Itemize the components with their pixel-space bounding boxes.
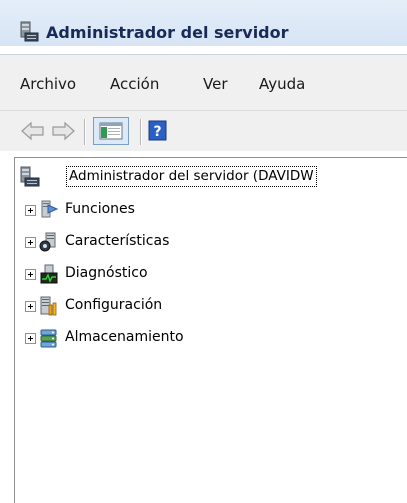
tree-root[interactable]: Administrador del servidor (DAVIDW [19, 166, 407, 187]
menu-archivo[interactable]: Archivo [20, 75, 76, 93]
tree-node-label[interactable]: Almacenamiento [65, 329, 184, 345]
tree-node-label[interactable]: Diagnóstico [65, 265, 148, 281]
tree-node-label[interactable]: Características [65, 233, 169, 249]
tree-root-label[interactable]: Administrador del servidor (DAVIDW [66, 166, 317, 187]
tree-node-configuracion[interactable]: Configuración [15, 296, 395, 318]
back-arrow-icon[interactable] [20, 120, 46, 142]
configuration-icon [40, 296, 57, 316]
roles-icon [41, 200, 59, 218]
server-manager-icon [20, 21, 39, 42]
help-icon[interactable]: ? [147, 120, 169, 142]
menu-bar: Archivo Acción Ver Ayuda [0, 54, 407, 111]
features-icon [39, 232, 56, 252]
svg-text:?: ? [153, 124, 161, 140]
tree-node-label[interactable]: Funciones [65, 201, 135, 217]
console-tree: Administrador del servidor (DAVIDW Funci… [14, 157, 407, 503]
expand-toggle[interactable] [25, 269, 36, 280]
storage-icon [40, 329, 57, 348]
title-bar[interactable]: Administrador del servidor [0, 0, 407, 46]
toolbar: ? [0, 110, 407, 151]
menu-ver[interactable]: Ver [203, 75, 228, 93]
tree-node-diagnostico[interactable]: Diagnóstico [15, 264, 395, 286]
tree-node-almacenamiento[interactable]: Almacenamiento [15, 328, 395, 350]
tree-node-funciones[interactable]: Funciones [15, 200, 395, 222]
expand-toggle[interactable] [25, 205, 36, 216]
expand-toggle[interactable] [25, 333, 36, 344]
show-hide-console-tree-icon[interactable] [93, 117, 129, 145]
server-manager-window: Administrador del servidor Archivo Acció… [0, 0, 407, 503]
menu-ayuda[interactable]: Ayuda [259, 75, 305, 93]
tree-node-label[interactable]: Configuración [65, 297, 162, 313]
server-manager-icon [20, 166, 40, 187]
menu-accion[interactable]: Acción [110, 75, 159, 93]
expand-toggle[interactable] [25, 301, 36, 312]
expand-toggle[interactable] [25, 237, 36, 248]
tree-node-caracteristicas[interactable]: Características [15, 232, 395, 254]
toolbar-separator [84, 119, 86, 145]
diagnostics-icon [40, 264, 58, 284]
toolbar-separator [140, 119, 142, 145]
forward-arrow-icon[interactable] [50, 120, 76, 142]
window-title: Administrador del servidor [46, 23, 289, 42]
